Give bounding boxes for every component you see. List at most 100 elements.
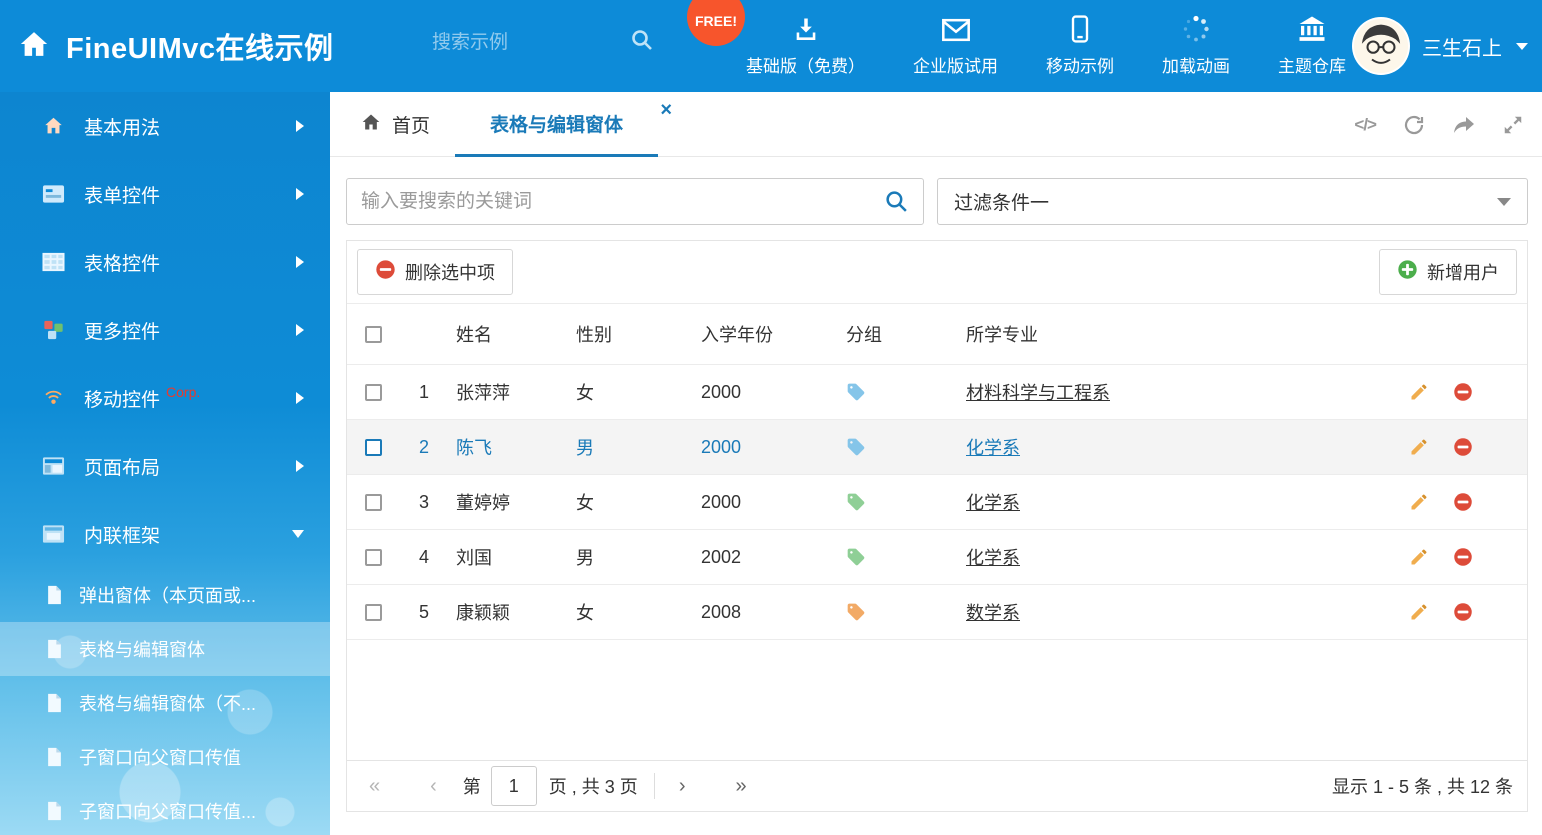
table-row[interactable]: 3 董婷婷 女 2000 化学系 <box>347 475 1527 530</box>
filter-dropdown-value: 过滤条件一 <box>954 188 1049 215</box>
sidebar-subitem-label: 子窗口向父窗口传值... <box>79 798 256 824</box>
nav-item-loading-animation[interactable]: 加载动画 <box>1138 0 1254 92</box>
major-link[interactable]: 数学系 <box>966 603 1020 623</box>
header-search-input[interactable] <box>432 32 582 54</box>
add-user-button[interactable]: 新增用户 <box>1379 249 1517 295</box>
edit-icon[interactable] <box>1409 602 1429 622</box>
cell-year: 2000 <box>701 382 846 403</box>
delete-selected-button[interactable]: 删除选中项 <box>357 249 513 295</box>
first-page-button[interactable]: « <box>361 775 388 798</box>
sidebar-subitem-popup-window[interactable]: 弹出窗体（本页面或... <box>0 568 330 622</box>
nav-item-enterprise-trial[interactable]: 企业版试用 <box>889 0 1022 92</box>
edit-icon[interactable] <box>1409 547 1429 567</box>
row-checkbox[interactable] <box>365 494 382 511</box>
table-row[interactable]: 4 刘国 男 2002 化学系 <box>347 530 1527 585</box>
keyword-search-input[interactable] <box>347 191 884 213</box>
chevron-down-icon <box>1497 198 1511 206</box>
chevron-right-icon <box>296 392 304 404</box>
filter-dropdown[interactable]: 过滤条件一 <box>937 178 1528 225</box>
delete-icon[interactable] <box>1453 382 1473 402</box>
sidebar-item-page-layout[interactable]: 页面布局 <box>0 432 330 500</box>
home-icon <box>360 112 382 138</box>
sidebar-subitem-grid-edit-window[interactable]: 表格与编辑窗体 <box>0 622 330 676</box>
sidebar-item-grid-controls[interactable]: 表格控件 <box>0 228 330 296</box>
sidebar-subitem-child-to-parent[interactable]: 子窗口向父窗口传值 <box>0 730 330 784</box>
edit-icon[interactable] <box>1409 382 1429 402</box>
nav-label: 基础版（免费） <box>746 52 865 77</box>
view-source-icon[interactable]: </> <box>1354 115 1376 135</box>
sidebar-item-form-controls[interactable]: 表单控件 <box>0 160 330 228</box>
row-number: 4 <box>399 547 456 568</box>
refresh-icon[interactable] <box>1402 113 1426 137</box>
nav-label: 加载动画 <box>1162 52 1230 77</box>
edit-icon[interactable] <box>1409 437 1429 457</box>
prev-page-button[interactable]: ‹ <box>422 775 445 798</box>
user-menu[interactable]: 三生石上 <box>1352 0 1528 92</box>
divider <box>654 773 655 799</box>
major-link[interactable]: 化学系 <box>966 493 1020 513</box>
nav-item-basic-free[interactable]: 基础版（免费） <box>722 0 889 92</box>
cell-year: 2000 <box>701 437 846 458</box>
mobile-icon <box>1071 15 1089 43</box>
frame-icon <box>42 522 68 546</box>
share-icon[interactable] <box>1452 114 1476 136</box>
sidebar: 基本用法 表单控件 表格控件 更多控件 移动控件 Corp. 页面布局 <box>0 92 330 835</box>
row-checkbox[interactable] <box>365 384 382 401</box>
avatar <box>1352 17 1410 75</box>
sidebar-subitem-child-to-parent-2[interactable]: 子窗口向父窗口传值... <box>0 784 330 835</box>
sidebar-subitem-grid-edit-window-2[interactable]: 表格与编辑窗体（不... <box>0 676 330 730</box>
search-icon[interactable] <box>884 189 909 214</box>
grid-panel: 删除选中项 新增用户 姓名 性别 入学年份 分组 所学专业 1 张萍萍 女 <box>346 240 1528 812</box>
delete-icon[interactable] <box>1453 492 1473 512</box>
row-checkbox[interactable] <box>365 604 382 621</box>
close-icon[interactable]: × <box>660 100 672 120</box>
row-number: 3 <box>399 492 456 513</box>
delete-icon[interactable] <box>1453 602 1473 622</box>
table-row[interactable]: 1 张萍萍 女 2000 材料科学与工程系 <box>347 365 1527 420</box>
sidebar-item-iframe[interactable]: 内联框架 <box>0 500 330 568</box>
sidebar-item-more-controls[interactable]: 更多控件 <box>0 296 330 364</box>
nav-item-mobile-demo[interactable]: 移动示例 <box>1022 0 1138 92</box>
column-header-name[interactable]: 姓名 <box>456 321 576 347</box>
table-header-row: 姓名 性别 入学年份 分组 所学专业 <box>347 303 1527 365</box>
edit-icon[interactable] <box>1409 492 1429 512</box>
column-header-major[interactable]: 所学专业 <box>966 321 1409 347</box>
tag-icon <box>846 492 866 512</box>
header-search-icon[interactable] <box>630 28 654 57</box>
table-row[interactable]: 5 康颖颖 女 2008 数学系 <box>347 585 1527 640</box>
tab-home[interactable]: 首页 <box>360 92 430 157</box>
sidebar-item-mobile-controls[interactable]: 移动控件 Corp. <box>0 364 330 432</box>
page-number-input[interactable] <box>491 766 537 806</box>
cell-year: 2002 <box>701 547 846 568</box>
delete-icon[interactable] <box>1453 547 1473 567</box>
file-icon <box>46 801 63 821</box>
file-icon <box>46 639 63 659</box>
select-all-checkbox[interactable] <box>365 326 382 343</box>
column-header-gender[interactable]: 性别 <box>576 321 701 347</box>
add-user-label: 新增用户 <box>1427 259 1499 285</box>
major-link[interactable]: 材料科学与工程系 <box>966 383 1110 403</box>
delete-selected-label: 删除选中项 <box>405 259 495 285</box>
sidebar-item-label: 内联框架 <box>84 521 160 548</box>
major-link[interactable]: 化学系 <box>966 548 1020 568</box>
user-name: 三生石上 <box>1422 32 1502 61</box>
tab-grid-edit-window[interactable]: 表格与编辑窗体 × <box>455 92 658 157</box>
column-header-year[interactable]: 入学年份 <box>701 321 846 347</box>
delete-icon[interactable] <box>1453 437 1473 457</box>
envelope-icon <box>941 15 971 43</box>
sidebar-item-basic-usage[interactable]: 基本用法 <box>0 92 330 160</box>
table-icon <box>42 250 68 274</box>
major-link[interactable]: 化学系 <box>966 438 1020 458</box>
last-page-button[interactable]: » <box>727 775 754 798</box>
table-row[interactable]: 2 陈飞 男 2000 化学系 <box>347 420 1527 475</box>
column-header-group[interactable]: 分组 <box>846 321 966 347</box>
next-page-button[interactable]: › <box>671 775 694 798</box>
row-checkbox[interactable] <box>365 439 382 456</box>
home-icon[interactable] <box>18 29 50 64</box>
row-checkbox[interactable] <box>365 549 382 566</box>
fullscreen-icon[interactable] <box>1502 114 1524 136</box>
tab-label: 首页 <box>392 111 430 138</box>
wireless-icon <box>42 386 68 410</box>
bank-icon <box>1297 15 1327 43</box>
header-search <box>432 28 654 57</box>
